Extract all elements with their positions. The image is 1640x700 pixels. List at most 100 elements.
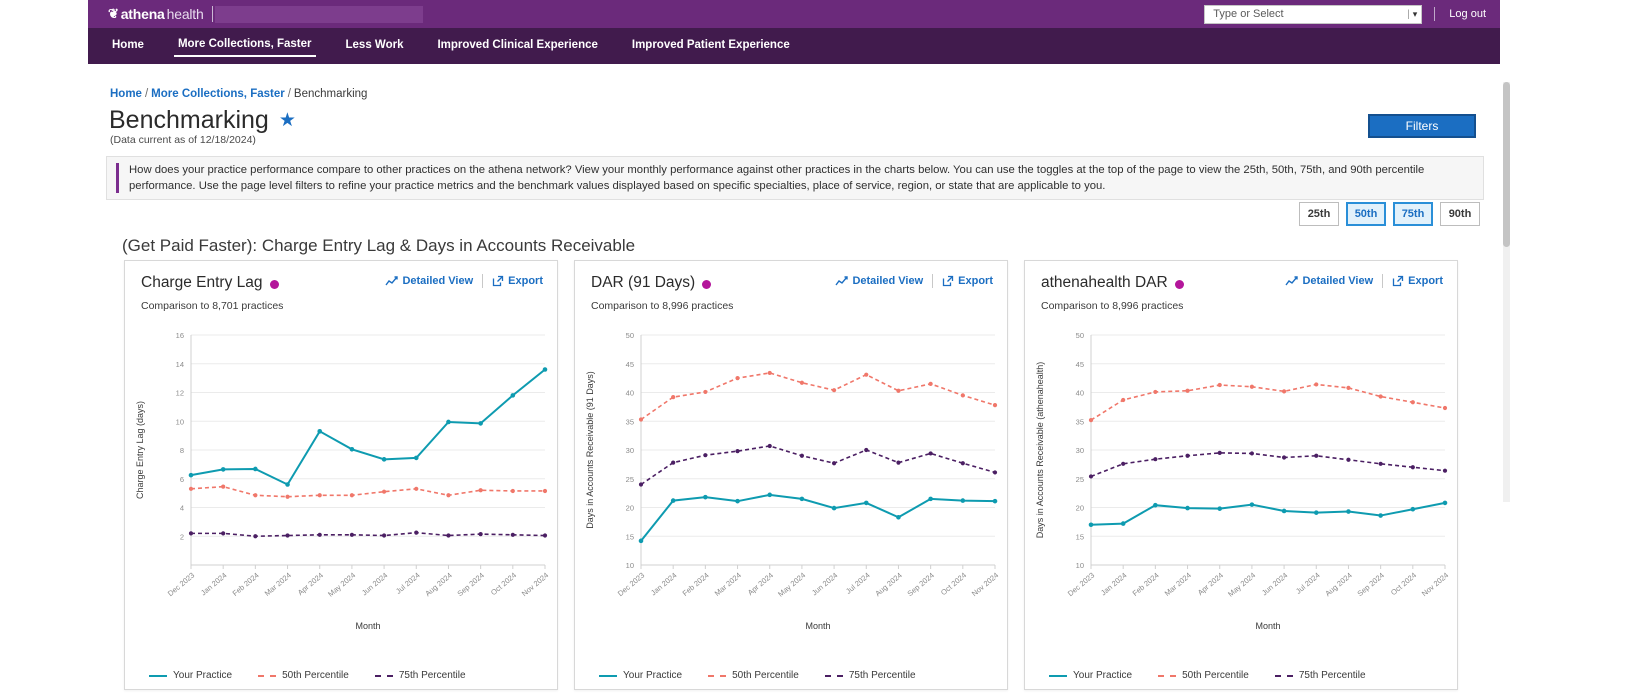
svg-text:Jan 2024: Jan 2024 [1099, 571, 1128, 598]
action-divider [1382, 274, 1383, 288]
svg-text:Aug 2024: Aug 2024 [423, 571, 453, 599]
chart-card-dar-91-days: DAR (91 Days) Detailed View Export [574, 260, 1008, 690]
export-button[interactable]: Export [1392, 275, 1443, 287]
external-link-icon [1392, 275, 1404, 287]
breadcrumb-section[interactable]: More Collections, Faster [151, 88, 285, 100]
line-chart-icon [1285, 276, 1298, 287]
svg-text:10: 10 [626, 561, 634, 570]
brand-bar: ❦athenahealth Type or Select | ▾ Log out [88, 0, 1500, 28]
external-link-icon [492, 275, 504, 287]
detailed-view-button[interactable]: Detailed View [835, 275, 923, 287]
card-header: Charge Entry Lag Detailed View Export [125, 261, 557, 292]
line-chart-svg[interactable]: 246810121416Dec 2023Jan 2024Feb 2024Mar … [125, 323, 559, 643]
svg-text:May 2024: May 2024 [1226, 571, 1257, 599]
legend-item-50th: 50th Percentile [708, 670, 799, 681]
athenahealth-logo[interactable]: ❦athenahealth [108, 6, 204, 22]
right-gutter [1500, 0, 1640, 700]
filters-button[interactable]: Filters [1368, 114, 1476, 138]
nav-item-clinical-experience[interactable]: Improved Clinical Experience [433, 36, 601, 56]
info-dot-icon[interactable] [702, 280, 711, 289]
athena-leaf-icon: ❦ [108, 7, 119, 20]
svg-text:Nov 2024: Nov 2024 [1420, 571, 1450, 599]
legend-label: 75th Percentile [1299, 670, 1366, 681]
brand-divider [212, 6, 213, 22]
nav-item-home[interactable]: Home [108, 36, 148, 56]
svg-text:Mar 2024: Mar 2024 [1163, 571, 1193, 598]
svg-text:Jul 2024: Jul 2024 [394, 571, 422, 596]
legend-item-50th: 50th Percentile [258, 670, 349, 681]
svg-text:10: 10 [176, 417, 184, 426]
legend-item-75th: 75th Percentile [375, 670, 466, 681]
info-dot-icon[interactable] [1175, 280, 1184, 289]
card-actions: Detailed View Export [835, 274, 993, 288]
line-chart-svg[interactable]: 101520253035404550Dec 2023Jan 2024Feb 20… [1025, 323, 1459, 643]
comparison-text: Comparison to 8,996 practices [1025, 292, 1457, 312]
legend-label: 50th Percentile [732, 670, 799, 681]
card-actions: Detailed View Export [1285, 274, 1443, 288]
svg-text:10: 10 [1076, 561, 1084, 570]
svg-text:12: 12 [176, 389, 184, 398]
svg-text:14: 14 [176, 360, 184, 369]
chart-legend: Your Practice 50th Percentile 75th Perce… [575, 670, 1009, 681]
scrollbar-thumb[interactable] [1503, 82, 1510, 247]
svg-text:25: 25 [626, 475, 634, 484]
toggle-90th[interactable]: 90th [1440, 202, 1480, 226]
line-chart-icon [835, 276, 848, 287]
legend-label: Your Practice [623, 670, 682, 681]
nav-item-patient-experience[interactable]: Improved Patient Experience [628, 36, 794, 56]
detailed-view-button[interactable]: Detailed View [385, 275, 473, 287]
nav-item-more-collections[interactable]: More Collections, Faster [174, 35, 316, 57]
comparison-text: Comparison to 8,701 practices [125, 292, 557, 312]
svg-text:40: 40 [1076, 389, 1084, 398]
main-nav: Home More Collections, Faster Less Work … [88, 28, 1500, 64]
svg-text:Jul 2024: Jul 2024 [844, 571, 872, 596]
export-button[interactable]: Export [942, 275, 993, 287]
export-label: Export [508, 275, 543, 287]
svg-text:30: 30 [626, 446, 634, 455]
select-separator: | [1407, 9, 1410, 20]
line-chart-svg[interactable]: 101520253035404550Dec 2023Jan 2024Feb 20… [575, 323, 1009, 643]
external-link-icon [942, 275, 954, 287]
nav-item-less-work[interactable]: Less Work [342, 36, 408, 56]
breadcrumb-home[interactable]: Home [110, 88, 142, 100]
detailed-view-button[interactable]: Detailed View [1285, 275, 1373, 287]
content-area: Home/More Collections, Faster/Benchmarki… [88, 64, 1500, 700]
card-title: DAR (91 Days) [591, 274, 711, 292]
detailed-view-label: Detailed View [402, 275, 473, 287]
toggle-50th[interactable]: 50th [1346, 202, 1386, 226]
breadcrumb: Home/More Collections, Faster/Benchmarki… [110, 88, 367, 100]
legend-label: 50th Percentile [282, 670, 349, 681]
svg-text:Jun 2024: Jun 2024 [810, 571, 839, 598]
svg-text:Jun 2024: Jun 2024 [1260, 571, 1289, 598]
svg-text:Feb 2024: Feb 2024 [231, 571, 261, 598]
context-select[interactable]: Type or Select | ▾ [1204, 5, 1422, 24]
export-button[interactable]: Export [492, 275, 543, 287]
svg-text:Jun 2024: Jun 2024 [360, 571, 389, 598]
detailed-view-label: Detailed View [852, 275, 923, 287]
page-scrollbar[interactable] [1503, 82, 1510, 502]
svg-text:25: 25 [1076, 475, 1084, 484]
card-title: Charge Entry Lag [141, 274, 279, 292]
svg-text:Days in Accounts Receivable (a: Days in Accounts Receivable (athenahealt… [1035, 362, 1045, 539]
info-dot-icon[interactable] [270, 280, 279, 289]
legend-label: 75th Percentile [399, 670, 466, 681]
svg-text:40: 40 [626, 389, 634, 398]
toggle-25th[interactable]: 25th [1299, 202, 1339, 226]
chart-card-athenahealth-dar: athenahealth DAR Detailed View Export [1024, 260, 1458, 690]
legend-label: 75th Percentile [849, 670, 916, 681]
svg-text:Month: Month [355, 621, 380, 631]
toggle-75th[interactable]: 75th [1393, 202, 1433, 226]
card-actions: Detailed View Export [385, 274, 543, 288]
export-label: Export [1408, 275, 1443, 287]
chart-legend: Your Practice 50th Percentile 75th Perce… [125, 670, 559, 681]
star-icon[interactable]: ★ [279, 109, 296, 132]
chart-container: 246810121416Dec 2023Jan 2024Feb 2024Mar … [125, 323, 559, 643]
page-title-text: Benchmarking [109, 106, 269, 135]
action-divider [482, 274, 483, 288]
logout-link[interactable]: Log out [1449, 8, 1486, 20]
percentile-toggle-group: 25th 50th 75th 90th [1299, 202, 1480, 226]
svg-text:2: 2 [180, 532, 184, 541]
svg-text:Nov 2024: Nov 2024 [520, 571, 550, 599]
breadcrumb-separator-2: / [288, 88, 291, 100]
chevron-down-icon[interactable]: ▾ [1413, 9, 1418, 20]
